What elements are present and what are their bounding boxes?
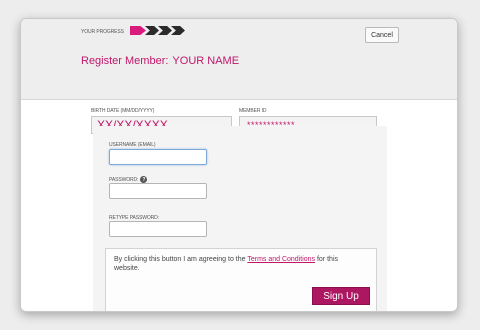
sign-up-button[interactable]: Sign Up — [312, 287, 370, 305]
password-input[interactable] — [109, 183, 207, 199]
username-input[interactable] — [109, 149, 207, 165]
retype-password-input[interactable] — [109, 221, 207, 237]
help-icon[interactable]: ? — [140, 176, 148, 183]
terms-text-before: By clicking this button I am agreeing to… — [114, 256, 248, 263]
progress-indicator — [130, 26, 185, 35]
progress-step-4-icon — [171, 26, 185, 35]
password-label: PASSWORD:? — [109, 176, 148, 183]
progress-step-2-icon — [145, 26, 159, 35]
progress-step-3-icon — [158, 26, 172, 35]
terms-link[interactable]: Terms and Conditions — [247, 256, 315, 263]
progress-label: YOUR PROGRESS — [81, 29, 124, 35]
password-label-text: PASSWORD: — [109, 176, 139, 183]
dialog-header: YOUR PROGRESS Cancel Register Member: YOU… — [21, 19, 457, 100]
cancel-button[interactable]: Cancel — [365, 27, 399, 43]
register-dialog: YOUR PROGRESS Cancel Register Member: YOU… — [20, 18, 458, 312]
page-title-prefix: Register Member: — [81, 55, 169, 67]
birth-date-label: BIRTH DATE (MM/DD/YYYY) — [91, 108, 155, 114]
page-title: Register Member: YOUR NAME — [81, 55, 239, 67]
terms-box: By clicking this button I am agreeing to… — [105, 248, 377, 311]
terms-text: By clicking this button I am agreeing to… — [114, 255, 364, 273]
progress-step-1-icon — [130, 26, 146, 35]
username-label: USERNAME (EMAIL) — [109, 142, 156, 148]
member-id-label: MEMBER ID — [239, 108, 267, 114]
member-name: YOUR NAME — [172, 55, 240, 67]
